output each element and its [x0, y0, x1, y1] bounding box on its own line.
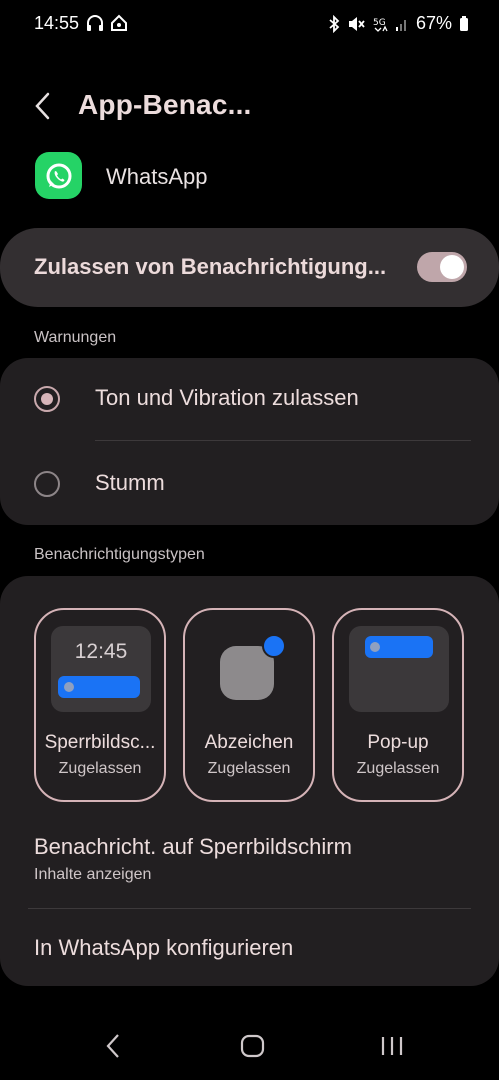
- allow-notifications-toggle[interactable]: [417, 252, 467, 282]
- popup-preview: [349, 626, 449, 712]
- type-name: Abzeichen: [204, 732, 294, 753]
- battery-icon: [459, 15, 469, 33]
- headphones-icon: [86, 14, 104, 32]
- nav-recents-button[interactable]: [380, 1032, 404, 1065]
- lock-screen-preview: 12:45: [51, 626, 151, 712]
- navigation-bar: [0, 1012, 499, 1080]
- list-item-subtitle: Inhalte anzeigen: [34, 866, 152, 883]
- radio-mute[interactable]: [34, 471, 60, 497]
- badge-dot-icon: [262, 634, 286, 658]
- 5g-icon: 5G: [372, 15, 388, 33]
- nav-recents-icon: [381, 1037, 403, 1055]
- home-icon: [110, 14, 128, 32]
- type-name: Pop-up: [367, 732, 429, 753]
- list-item-title: Benachricht. auf Sperrbildschirm: [34, 834, 352, 859]
- mute-icon: [347, 15, 365, 33]
- battery-percent: 67%: [415, 13, 452, 33]
- preview-notification-bar: [58, 676, 140, 698]
- app-info: WhatsApp: [0, 152, 499, 206]
- preview-popup-bar: [365, 636, 433, 658]
- whatsapp-icon: [35, 152, 82, 199]
- bluetooth-icon: [328, 14, 340, 33]
- preview-dot: [370, 642, 380, 652]
- nav-home-icon: [240, 1034, 265, 1058]
- alerts-section-header: Warnungen: [34, 329, 117, 346]
- types-section-header: Benachrichtigungstypen: [34, 546, 205, 563]
- preview-dot: [64, 682, 74, 692]
- type-name: Sperrbildsc...: [44, 732, 156, 753]
- type-status: Zugelassen: [207, 760, 291, 777]
- type-tile-popup[interactable]: Pop-up Zugelassen: [332, 608, 464, 802]
- lock-screen-notifications-row[interactable]: Benachricht. auf Sperrbildschirm Inhalte…: [0, 824, 499, 908]
- radio-selected-dot: [41, 393, 53, 405]
- app-bar: App-Benac...: [0, 80, 499, 132]
- back-button[interactable]: [30, 90, 58, 122]
- type-status: Zugelassen: [58, 760, 142, 777]
- allow-notifications-row[interactable]: Zulassen von Benachrichtigung...: [0, 228, 499, 307]
- alert-option-sound-vibration[interactable]: Ton und Vibration zulassen: [0, 358, 499, 441]
- chevron-left-icon: [35, 92, 50, 120]
- nav-back-icon: [106, 1034, 119, 1058]
- alert-option-label: Ton und Vibration zulassen: [95, 385, 359, 410]
- notification-types-card: 12:45 Sperrbildsc... Zugelassen Abzeiche…: [0, 576, 499, 986]
- app-name: WhatsApp: [106, 164, 208, 189]
- preview-time: 12:45: [74, 640, 128, 663]
- svg-text:5G: 5G: [373, 18, 386, 28]
- nav-back-button[interactable]: [103, 1032, 123, 1065]
- type-tile-lock-screen[interactable]: 12:45 Sperrbildsc... Zugelassen: [34, 608, 166, 802]
- allow-notifications-label: Zulassen von Benachrichtigung...: [34, 254, 387, 279]
- status-bar: 14:55 5G 67%: [0, 0, 499, 48]
- page-title: App-Benac...: [78, 89, 252, 120]
- signal-icon: [395, 15, 409, 33]
- toggle-knob: [440, 255, 464, 279]
- alerts-card: Ton und Vibration zulassen Stumm: [0, 358, 499, 525]
- alert-option-mute[interactable]: Stumm: [0, 441, 499, 524]
- nav-home-button[interactable]: [240, 1032, 266, 1065]
- list-item-title: In WhatsApp konfigurieren: [34, 935, 294, 960]
- configure-in-app-row[interactable]: In WhatsApp konfigurieren: [0, 909, 499, 986]
- status-time: 14:55: [34, 13, 80, 33]
- alert-option-label: Stumm: [95, 470, 165, 495]
- type-tile-badge[interactable]: Abzeichen Zugelassen: [183, 608, 315, 802]
- type-status: Zugelassen: [356, 760, 440, 777]
- radio-sound-vibration[interactable]: [34, 386, 60, 412]
